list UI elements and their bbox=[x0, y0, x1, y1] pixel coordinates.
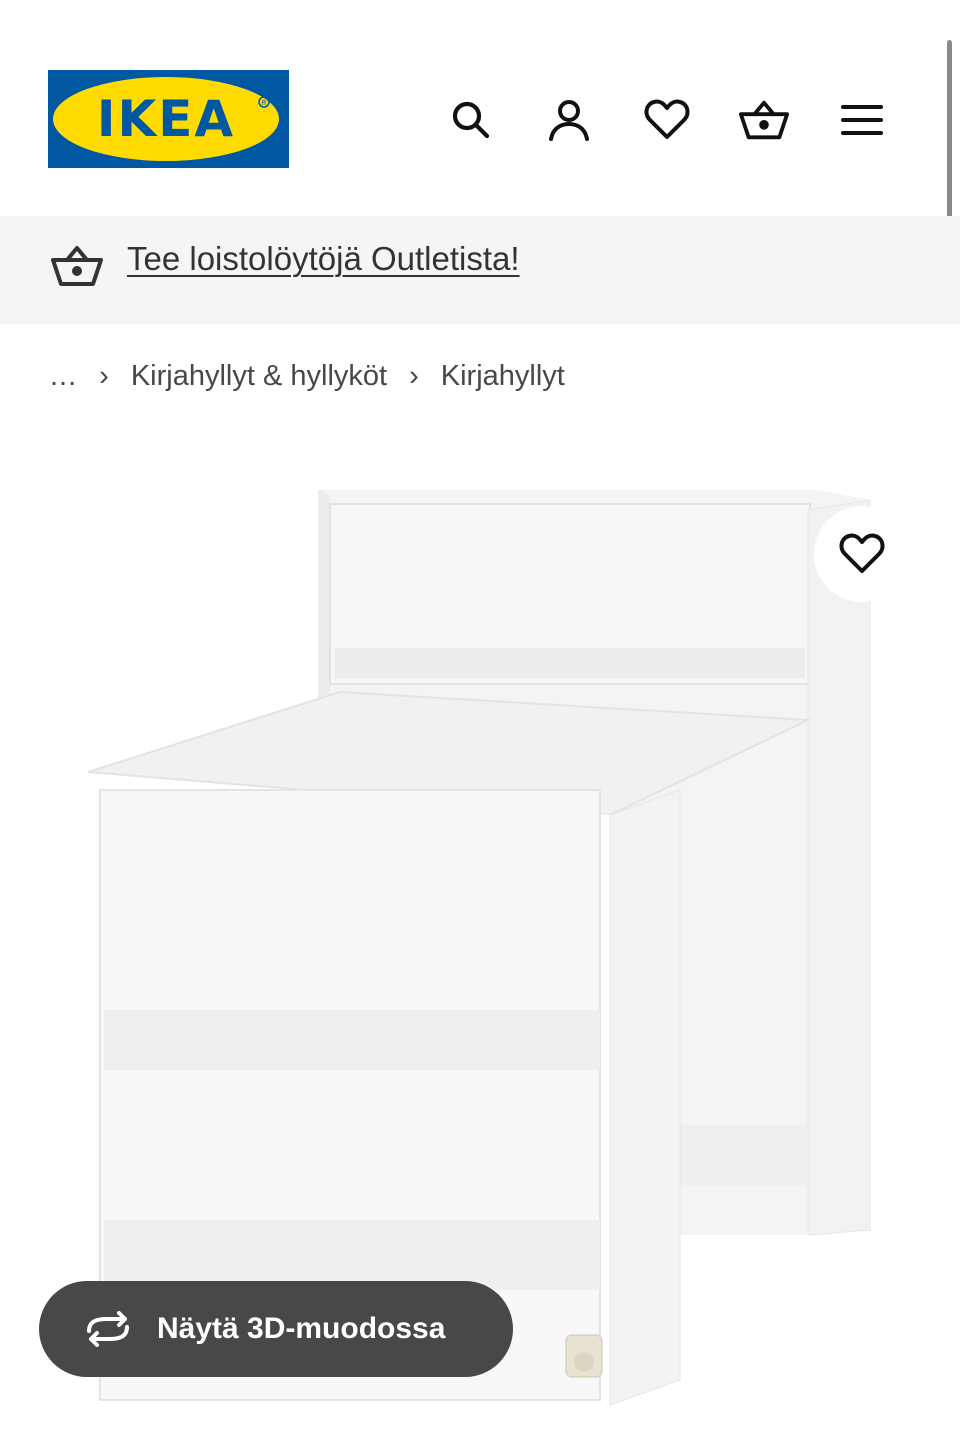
breadcrumb: ... › Kirjahyllyt & hyllyköt › Kirjahyll… bbox=[50, 356, 565, 396]
heart-icon[interactable] bbox=[642, 95, 692, 145]
outlet-promo-link[interactable]: Tee loistolöytöjä Outletista! bbox=[127, 240, 520, 278]
ikea-logo[interactable]: IKEA R bbox=[48, 70, 289, 168]
search-icon[interactable] bbox=[446, 95, 496, 145]
breadcrumb-ellipsis[interactable]: ... bbox=[50, 360, 77, 393]
svg-text:R: R bbox=[262, 99, 267, 107]
breadcrumb-separator: › bbox=[409, 359, 419, 392]
breadcrumb-separator: › bbox=[99, 359, 109, 392]
basket-icon[interactable] bbox=[739, 95, 789, 145]
view-3d-label: Näytä 3D-muodossa bbox=[157, 1312, 446, 1345]
breadcrumb-item-bookcases[interactable]: Kirjahyllyt bbox=[441, 360, 565, 393]
view-3d-button[interactable]: Näytä 3D-muodossa bbox=[39, 1281, 513, 1377]
rotate-icon bbox=[87, 1311, 129, 1347]
account-icon[interactable] bbox=[544, 95, 594, 145]
heart-icon bbox=[839, 533, 885, 573]
basket-icon bbox=[50, 240, 104, 293]
site-header: IKEA R bbox=[0, 0, 960, 216]
add-to-favourites-button[interactable] bbox=[814, 506, 910, 602]
svg-text:IKEA: IKEA bbox=[97, 90, 235, 148]
breadcrumb-item-bookcases-shelves[interactable]: Kirjahyllyt & hyllyköt bbox=[131, 360, 387, 393]
menu-icon[interactable] bbox=[837, 95, 887, 145]
